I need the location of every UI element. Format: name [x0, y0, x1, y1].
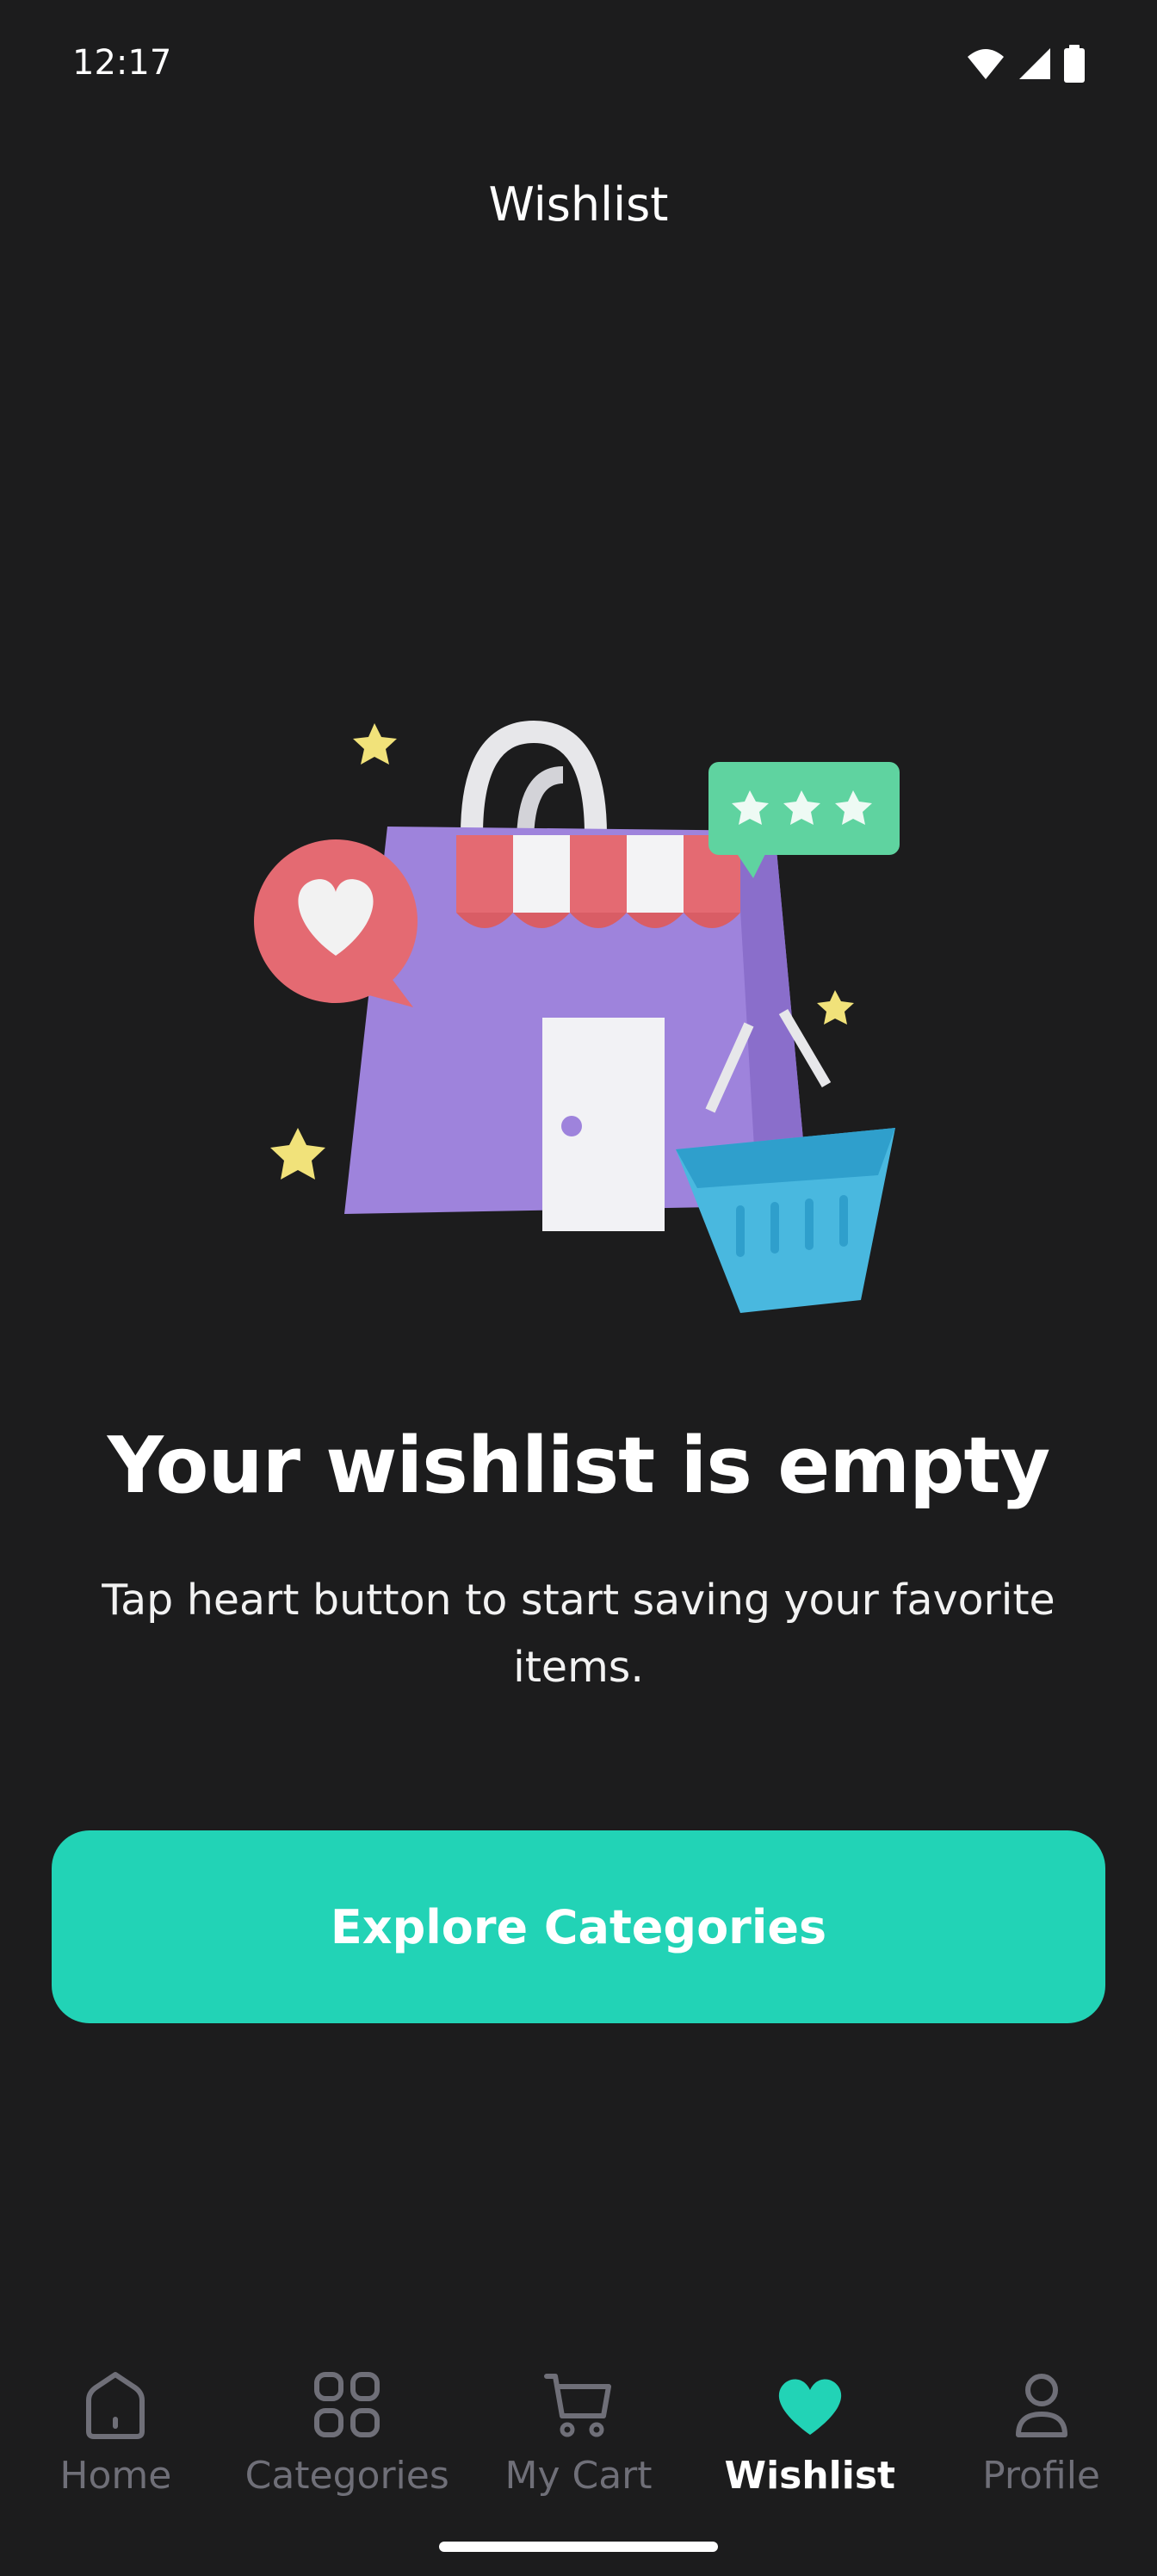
status-bar: 12:17 — [0, 0, 1157, 129]
grid-icon — [314, 2372, 381, 2437]
wifi-icon — [968, 49, 1004, 79]
nav-item-home[interactable]: Home — [0, 2342, 232, 2514]
star-decoration — [353, 723, 397, 765]
explore-categories-button[interactable]: Explore Categories — [52, 1830, 1105, 2023]
nav-item-wishlist[interactable]: Wishlist — [694, 2342, 925, 2514]
signal-icon — [1019, 48, 1050, 79]
cart-icon — [543, 2374, 611, 2437]
heart-icon — [778, 2379, 841, 2435]
nav-label-profile: Profile — [982, 2454, 1100, 2498]
star-decoration — [270, 1128, 325, 1180]
status-icons — [966, 45, 1085, 83]
page-title: Wishlist — [488, 177, 669, 232]
bottom-nav: Home Categories My Cart Wishlist Profile — [0, 2342, 1157, 2514]
home-icon — [86, 2372, 145, 2439]
shopping-store-illustration — [254, 720, 900, 1313]
empty-state-title: Your wishlist is empty — [107, 1421, 1050, 1511]
nav-label-my-cart: My Cart — [504, 2454, 653, 2498]
nav-item-categories[interactable]: Categories — [232, 2342, 463, 2514]
nav-item-profile[interactable]: Profile — [925, 2342, 1157, 2514]
nav-label-home: Home — [59, 2454, 172, 2498]
battery-icon — [1064, 45, 1085, 83]
nav-item-my-cart[interactable]: My Cart — [463, 2342, 695, 2514]
status-time: 12:17 — [72, 43, 172, 83]
empty-state-message: Tap heart button to start saving your fa… — [102, 1576, 1055, 1692]
person-icon — [1015, 2374, 1067, 2437]
nav-label-categories: Categories — [244, 2454, 449, 2498]
nav-label-wishlist: Wishlist — [724, 2454, 896, 2498]
star-decoration — [817, 990, 854, 1025]
home-indicator[interactable] — [439, 2542, 718, 2552]
